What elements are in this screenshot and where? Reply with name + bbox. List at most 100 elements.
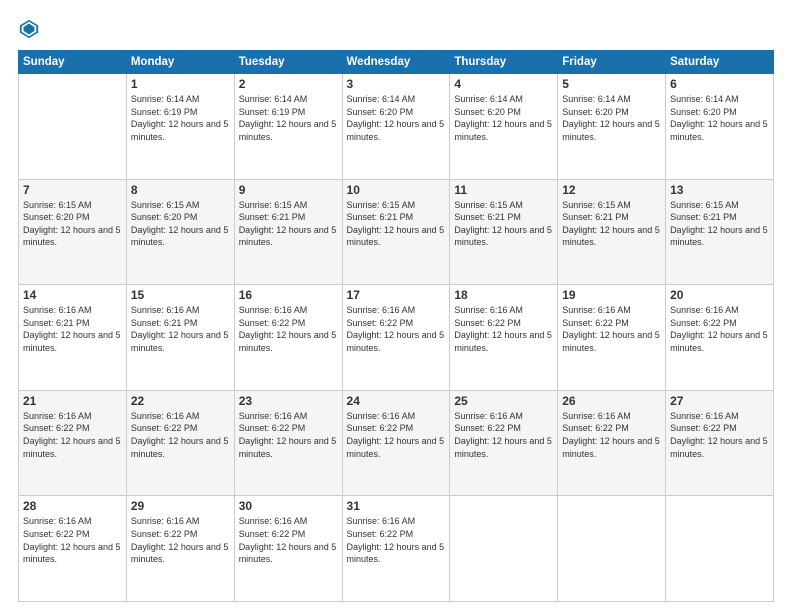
day-number: 3 xyxy=(347,77,446,91)
calendar: SundayMondayTuesdayWednesdayThursdayFrid… xyxy=(18,50,774,602)
day-header-wednesday: Wednesday xyxy=(342,51,450,74)
calendar-cell: 30 Sunrise: 6:16 AM Sunset: 6:22 PM Dayli… xyxy=(234,496,342,602)
cell-text: Sunrise: 6:16 AM Sunset: 6:21 PM Dayligh… xyxy=(23,304,122,354)
day-number: 2 xyxy=(239,77,338,91)
calendar-cell xyxy=(666,496,774,602)
cell-text: Sunrise: 6:16 AM Sunset: 6:22 PM Dayligh… xyxy=(131,410,230,460)
calendar-cell: 20 Sunrise: 6:16 AM Sunset: 6:22 PM Dayli… xyxy=(666,285,774,391)
day-number: 30 xyxy=(239,499,338,513)
cell-text: Sunrise: 6:16 AM Sunset: 6:22 PM Dayligh… xyxy=(347,410,446,460)
day-header-sunday: Sunday xyxy=(19,51,127,74)
day-number: 1 xyxy=(131,77,230,91)
day-header-saturday: Saturday xyxy=(666,51,774,74)
calendar-cell: 26 Sunrise: 6:16 AM Sunset: 6:22 PM Dayli… xyxy=(558,390,666,496)
cell-text: Sunrise: 6:16 AM Sunset: 6:22 PM Dayligh… xyxy=(562,410,661,460)
cell-text: Sunrise: 6:15 AM Sunset: 6:21 PM Dayligh… xyxy=(670,199,769,249)
cell-text: Sunrise: 6:16 AM Sunset: 6:22 PM Dayligh… xyxy=(23,515,122,565)
calendar-cell xyxy=(558,496,666,602)
calendar-cell: 16Sunrise: 6:16 AM Sunset: 6:22 PM Dayli… xyxy=(234,285,342,391)
day-header-friday: Friday xyxy=(558,51,666,74)
cell-text: Sunrise: 6:14 AM Sunset: 6:19 PM Dayligh… xyxy=(239,93,338,143)
calendar-cell: 23Sunrise: 6:16 AM Sunset: 6:22 PM Dayli… xyxy=(234,390,342,496)
calendar-cell: 4 Sunrise: 6:14 AM Sunset: 6:20 PM Daylig… xyxy=(450,74,558,180)
day-number: 7 xyxy=(23,183,122,197)
calendar-cell: 27 Sunrise: 6:16 AM Sunset: 6:22 PM Dayli… xyxy=(666,390,774,496)
cell-text: Sunrise: 6:16 AM Sunset: 6:22 PM Dayligh… xyxy=(23,410,122,460)
cell-text: Sunrise: 6:16 AM Sunset: 6:22 PM Dayligh… xyxy=(239,515,338,565)
day-number: 10 xyxy=(347,183,446,197)
day-number: 12 xyxy=(562,183,661,197)
day-number: 15 xyxy=(131,288,230,302)
day-number: 19 xyxy=(562,288,661,302)
day-number: 26 xyxy=(562,394,661,408)
day-number: 28 xyxy=(23,499,122,513)
calendar-cell: 8 Sunrise: 6:15 AM Sunset: 6:20 PM Daylig… xyxy=(126,179,234,285)
calendar-cell: 5Sunrise: 6:14 AM Sunset: 6:20 PM Daylig… xyxy=(558,74,666,180)
calendar-cell: 1 Sunrise: 6:14 AM Sunset: 6:19 PM Daylig… xyxy=(126,74,234,180)
calendar-cell: 29 Sunrise: 6:16 AM Sunset: 6:22 PM Dayli… xyxy=(126,496,234,602)
calendar-cell: 12 Sunrise: 6:15 AM Sunset: 6:21 PM Dayli… xyxy=(558,179,666,285)
page: SundayMondayTuesdayWednesdayThursdayFrid… xyxy=(0,0,792,612)
day-number: 20 xyxy=(670,288,769,302)
calendar-cell: 18 Sunrise: 6:16 AM Sunset: 6:22 PM Dayli… xyxy=(450,285,558,391)
day-number: 4 xyxy=(454,77,553,91)
calendar-cell: 10Sunrise: 6:15 AM Sunset: 6:21 PM Dayli… xyxy=(342,179,450,285)
cell-text: Sunrise: 6:14 AM Sunset: 6:20 PM Dayligh… xyxy=(670,93,769,143)
cell-text: Sunrise: 6:15 AM Sunset: 6:21 PM Dayligh… xyxy=(239,199,338,249)
day-number: 31 xyxy=(347,499,446,513)
calendar-cell: 11 Sunrise: 6:15 AM Sunset: 6:21 PM Dayli… xyxy=(450,179,558,285)
day-header-tuesday: Tuesday xyxy=(234,51,342,74)
day-number: 8 xyxy=(131,183,230,197)
header xyxy=(18,18,774,40)
week-row-5: 28 Sunrise: 6:16 AM Sunset: 6:22 PM Dayli… xyxy=(19,496,774,602)
day-number: 17 xyxy=(347,288,446,302)
calendar-header-row: SundayMondayTuesdayWednesdayThursdayFrid… xyxy=(19,51,774,74)
calendar-cell: 17 Sunrise: 6:16 AM Sunset: 6:22 PM Dayli… xyxy=(342,285,450,391)
calendar-cell: 3Sunrise: 6:14 AM Sunset: 6:20 PM Daylig… xyxy=(342,74,450,180)
cell-text: Sunrise: 6:15 AM Sunset: 6:20 PM Dayligh… xyxy=(131,199,230,249)
cell-text: Sunrise: 6:15 AM Sunset: 6:20 PM Dayligh… xyxy=(23,199,122,249)
logo-icon xyxy=(18,18,40,40)
logo xyxy=(18,18,44,40)
cell-text: Sunrise: 6:14 AM Sunset: 6:20 PM Dayligh… xyxy=(562,93,661,143)
calendar-cell xyxy=(19,74,127,180)
calendar-cell xyxy=(450,496,558,602)
cell-text: Sunrise: 6:15 AM Sunset: 6:21 PM Dayligh… xyxy=(454,199,553,249)
calendar-cell: 2 Sunrise: 6:14 AM Sunset: 6:19 PM Daylig… xyxy=(234,74,342,180)
cell-text: Sunrise: 6:16 AM Sunset: 6:22 PM Dayligh… xyxy=(239,304,338,354)
cell-text: Sunrise: 6:16 AM Sunset: 6:22 PM Dayligh… xyxy=(347,515,446,565)
calendar-cell: 14 Sunrise: 6:16 AM Sunset: 6:21 PM Dayli… xyxy=(19,285,127,391)
cell-text: Sunrise: 6:15 AM Sunset: 6:21 PM Dayligh… xyxy=(562,199,661,249)
cell-text: Sunrise: 6:16 AM Sunset: 6:22 PM Dayligh… xyxy=(239,410,338,460)
calendar-cell: 7 Sunrise: 6:15 AM Sunset: 6:20 PM Daylig… xyxy=(19,179,127,285)
day-number: 25 xyxy=(454,394,553,408)
calendar-cell: 28 Sunrise: 6:16 AM Sunset: 6:22 PM Dayli… xyxy=(19,496,127,602)
cell-text: Sunrise: 6:16 AM Sunset: 6:22 PM Dayligh… xyxy=(670,304,769,354)
cell-text: Sunrise: 6:16 AM Sunset: 6:22 PM Dayligh… xyxy=(131,515,230,565)
day-number: 27 xyxy=(670,394,769,408)
calendar-cell: 6Sunrise: 6:14 AM Sunset: 6:20 PM Daylig… xyxy=(666,74,774,180)
day-number: 24 xyxy=(347,394,446,408)
calendar-cell: 25Sunrise: 6:16 AM Sunset: 6:22 PM Dayli… xyxy=(450,390,558,496)
calendar-cell: 13Sunrise: 6:15 AM Sunset: 6:21 PM Dayli… xyxy=(666,179,774,285)
calendar-cell: 19 Sunrise: 6:16 AM Sunset: 6:22 PM Dayli… xyxy=(558,285,666,391)
cell-text: Sunrise: 6:16 AM Sunset: 6:21 PM Dayligh… xyxy=(131,304,230,354)
day-header-monday: Monday xyxy=(126,51,234,74)
day-number: 11 xyxy=(454,183,553,197)
cell-text: Sunrise: 6:16 AM Sunset: 6:22 PM Dayligh… xyxy=(454,304,553,354)
calendar-cell: 22 Sunrise: 6:16 AM Sunset: 6:22 PM Dayli… xyxy=(126,390,234,496)
day-number: 18 xyxy=(454,288,553,302)
calendar-cell: 15 Sunrise: 6:16 AM Sunset: 6:21 PM Dayli… xyxy=(126,285,234,391)
cell-text: Sunrise: 6:16 AM Sunset: 6:22 PM Dayligh… xyxy=(562,304,661,354)
cell-text: Sunrise: 6:14 AM Sunset: 6:20 PM Dayligh… xyxy=(454,93,553,143)
calendar-cell: 24 Sunrise: 6:16 AM Sunset: 6:22 PM Dayli… xyxy=(342,390,450,496)
day-number: 14 xyxy=(23,288,122,302)
calendar-cell: 9Sunrise: 6:15 AM Sunset: 6:21 PM Daylig… xyxy=(234,179,342,285)
cell-text: Sunrise: 6:14 AM Sunset: 6:19 PM Dayligh… xyxy=(131,93,230,143)
day-header-thursday: Thursday xyxy=(450,51,558,74)
day-number: 29 xyxy=(131,499,230,513)
week-row-3: 14 Sunrise: 6:16 AM Sunset: 6:21 PM Dayli… xyxy=(19,285,774,391)
cell-text: Sunrise: 6:16 AM Sunset: 6:22 PM Dayligh… xyxy=(670,410,769,460)
day-number: 22 xyxy=(131,394,230,408)
cell-text: Sunrise: 6:16 AM Sunset: 6:22 PM Dayligh… xyxy=(347,304,446,354)
